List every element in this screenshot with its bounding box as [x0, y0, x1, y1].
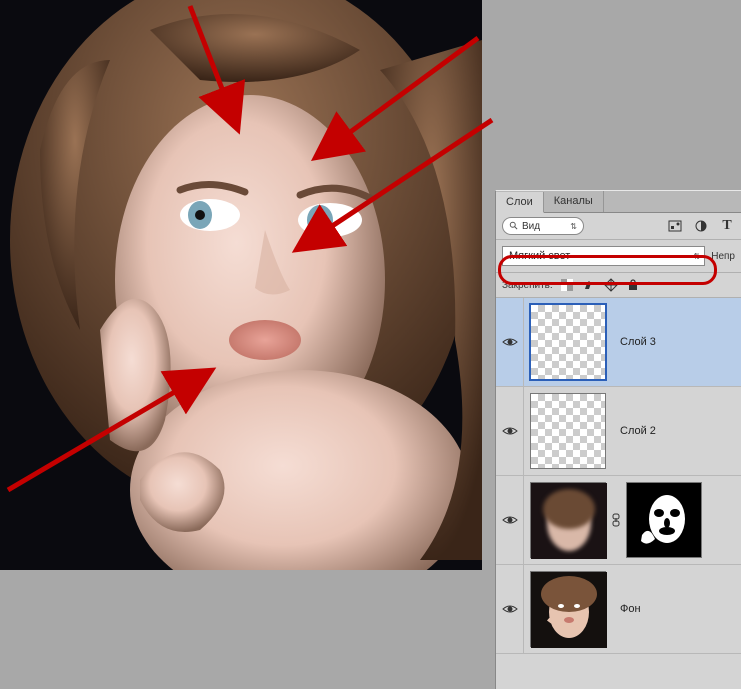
layer-row[interactable]: [496, 476, 741, 565]
layer-thumbnail[interactable]: [530, 393, 606, 469]
eye-icon: [502, 336, 518, 348]
link-icon[interactable]: [610, 513, 622, 527]
visibility-toggle[interactable]: [496, 565, 524, 653]
lock-label: Закрепить:: [502, 280, 553, 291]
tab-channels[interactable]: Каналы: [544, 191, 604, 212]
layers-list: Слой 3 Слой 2: [496, 298, 741, 689]
layer-name[interactable]: Слой 3: [612, 336, 656, 348]
canvas[interactable]: [0, 0, 482, 570]
lock-row: Закрепить:: [496, 273, 741, 298]
search-icon: [509, 221, 519, 231]
layer-row[interactable]: Слой 2: [496, 387, 741, 476]
dropdown-icon: ⇅: [570, 222, 577, 231]
layer-thumbnail[interactable]: [530, 571, 606, 647]
dropdown-icon: ⇅: [694, 252, 701, 261]
layer-thumbnail[interactable]: [530, 304, 606, 380]
filter-type-icon[interactable]: T: [719, 218, 735, 234]
visibility-toggle[interactable]: [496, 298, 524, 386]
filter-pixel-icon[interactable]: [667, 218, 683, 234]
layer-name[interactable]: Фон: [612, 603, 641, 615]
layer-thumbnail[interactable]: [530, 482, 606, 558]
layer-name[interactable]: Слой 2: [612, 425, 656, 437]
eye-icon: [502, 425, 518, 437]
lock-position-icon[interactable]: [603, 277, 619, 293]
lock-transparent-icon[interactable]: [559, 277, 575, 293]
blend-mode-value: Мягкий свет: [509, 250, 570, 262]
lock-all-icon[interactable]: [625, 277, 641, 293]
eye-icon: [502, 514, 518, 526]
opacity-label-partial: Непр: [711, 251, 735, 262]
panel-tabs: Слои Каналы: [496, 191, 741, 213]
filter-adjustment-icon[interactable]: [693, 218, 709, 234]
tab-layers[interactable]: Слои: [496, 192, 544, 213]
layers-panel: Слои Каналы Вид ⇅ T Мягкий свет ⇅ Непр: [495, 190, 741, 689]
layer-row[interactable]: Фон: [496, 565, 741, 654]
blend-mode-select[interactable]: Мягкий свет ⇅: [502, 246, 705, 266]
layer-mask-thumbnail[interactable]: [626, 482, 702, 558]
visibility-toggle[interactable]: [496, 476, 524, 564]
layer-filter-label: Вид: [522, 221, 540, 232]
blend-mode-row: Мягкий свет ⇅ Непр: [496, 240, 741, 273]
layer-filter-select[interactable]: Вид ⇅: [502, 217, 584, 235]
document-image: [0, 0, 482, 570]
eye-icon: [502, 603, 518, 615]
visibility-toggle[interactable]: [496, 387, 524, 475]
lock-paint-icon[interactable]: [581, 277, 597, 293]
layer-row[interactable]: Слой 3: [496, 298, 741, 387]
layer-filter-row: Вид ⇅ T: [496, 213, 741, 240]
